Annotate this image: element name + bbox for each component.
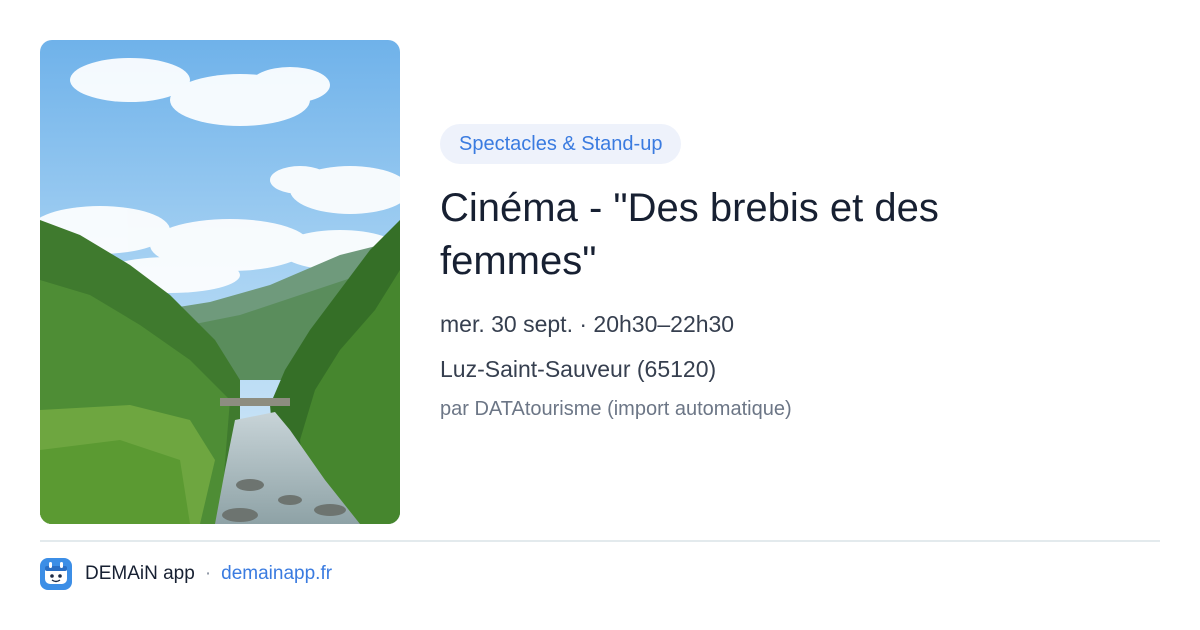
event-image (40, 40, 400, 524)
event-source: par DATAtourisme (import automatique) (440, 398, 792, 420)
event-date-time: mer. 30 sept. · 20h30–22h30 (440, 311, 735, 337)
category-badge[interactable]: Spectacles & Stand-up (440, 124, 682, 164)
footer-divider (40, 540, 1160, 542)
app-name: DEMAiN app (85, 563, 195, 584)
event-title: Cinéma - "Des brebis et des femmes" (440, 186, 939, 283)
event-info: Spectacles & Stand-up Cinéma - "Des breb… (440, 124, 1160, 422)
footer: DEMAiN app · demainapp.fr (40, 558, 332, 590)
site-link[interactable]: demainapp.fr (221, 563, 332, 585)
event-location: Luz-Saint-Sauveur (65120) (440, 356, 717, 382)
demain-app-icon (40, 558, 72, 590)
footer-separator: · (204, 563, 212, 584)
mountain-river-photo (40, 40, 400, 524)
